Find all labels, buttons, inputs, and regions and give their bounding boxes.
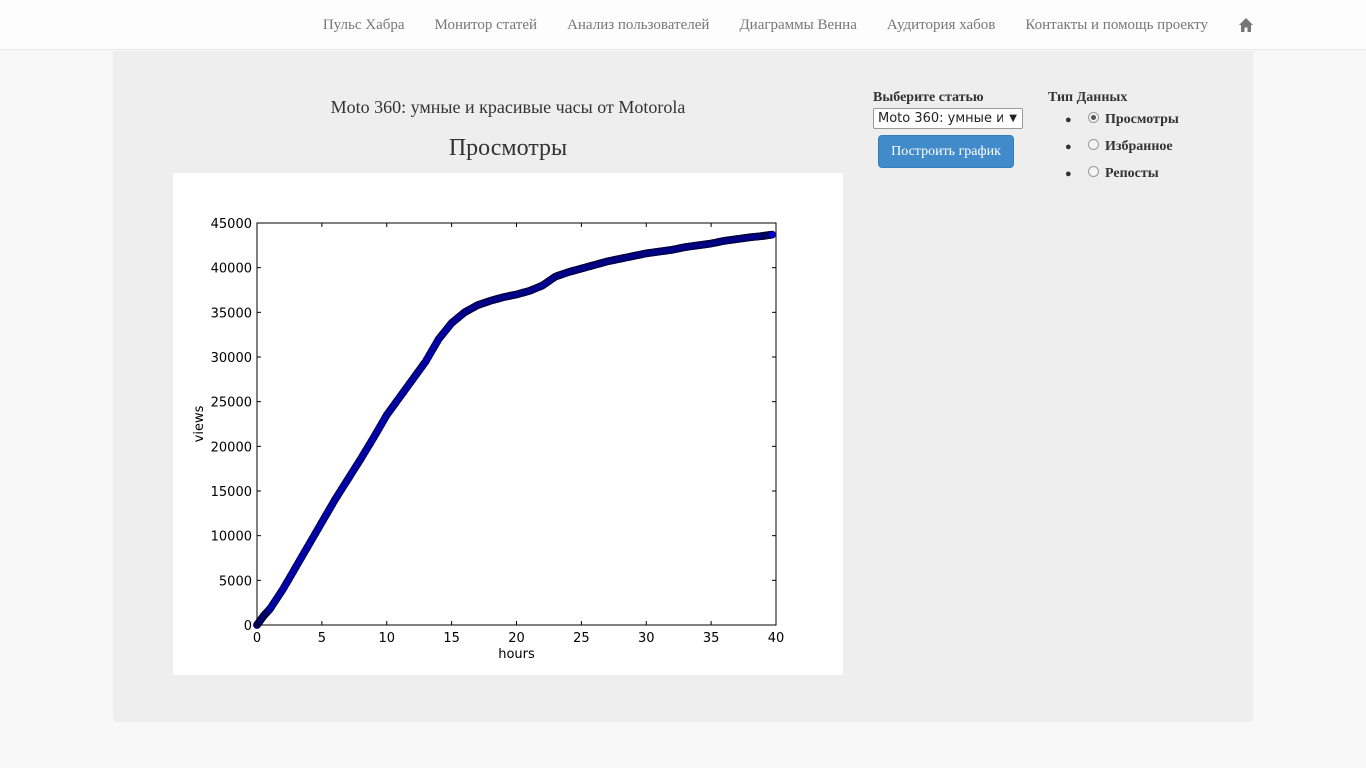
x-tick-label: 30 <box>638 631 655 646</box>
radio-button-favorites[interactable] <box>1088 139 1099 150</box>
x-tick-label: 5 <box>318 631 326 646</box>
radio-button-views[interactable] <box>1088 112 1099 123</box>
x-axis-label: hours <box>498 647 535 662</box>
y-tick-label: 15000 <box>211 485 252 500</box>
axes-frame <box>256 222 777 626</box>
y-tick-label: 10000 <box>211 530 252 545</box>
nav-item-habr-pulse[interactable]: Пульс Хабра <box>323 17 405 34</box>
chart-heading: Просмотры <box>448 135 568 161</box>
data-type-label: Тип Данных <box>1048 90 1128 105</box>
main-panel: Moto 360: умные и красивые часы от Motor… <box>113 51 1253 722</box>
y-tick-label: 45000 <box>211 217 252 232</box>
x-tick-label: 35 <box>703 631 720 646</box>
y-tick-label: 20000 <box>211 440 252 455</box>
top-navbar: Пульс Хабра Монитор статей Анализ пользо… <box>0 0 1366 50</box>
article-select[interactable]: Moto 360: умные и к ▼ <box>873 108 1023 129</box>
home-icon[interactable] <box>1238 17 1254 33</box>
x-tick-label: 15 <box>443 631 460 646</box>
nav-menu: Пульс Хабра Монитор статей Анализ пользо… <box>293 0 1254 50</box>
dropdown-arrow-icon: ▼ <box>1009 113 1017 124</box>
bullet-icon: ● <box>1065 168 1072 180</box>
x-tick-label: 0 <box>253 631 261 646</box>
chart-container: 0 5 10 15 20 25 30 35 40 0 5000 10000 15000 20000 2500… <box>173 173 843 675</box>
x-tick-label: 10 <box>378 631 395 646</box>
nav-item-hub-audience[interactable]: Аудитория хабов <box>887 17 996 34</box>
nav-item-user-analysis[interactable]: Анализ пользователей <box>567 17 709 34</box>
radio-button-reposts[interactable] <box>1088 166 1099 177</box>
radio-label-favorites: Избранное <box>1105 139 1173 154</box>
views-chart: 0 5 10 15 20 25 30 35 40 0 5000 10000 15000 20000 2500… <box>192 217 785 662</box>
y-axis-label: views <box>192 405 207 442</box>
nav-item-article-monitor[interactable]: Монитор статей <box>435 17 538 34</box>
radio-label-reposts: Репосты <box>1105 166 1159 181</box>
bullet-icon: ● <box>1065 114 1072 126</box>
nav-item-venn-diagrams[interactable]: Диаграммы Венна <box>739 17 856 34</box>
y-tick-label: 35000 <box>211 306 252 321</box>
y-tick-label: 40000 <box>211 262 252 277</box>
x-tick-label: 20 <box>508 631 525 646</box>
bullet-icon: ● <box>1065 141 1072 153</box>
article-select-value: Moto 360: умные и к <box>878 111 1003 126</box>
x-tick-label: 25 <box>573 631 590 646</box>
y-tick-label: 30000 <box>211 351 252 366</box>
article-select-label: Выберите статью <box>873 90 984 105</box>
y-tick-label: 25000 <box>211 396 252 411</box>
data-point <box>768 230 777 239</box>
x-tick-label: 40 <box>768 631 785 646</box>
article-title: Moto 360: умные и красивые часы от Motor… <box>330 97 686 117</box>
nav-item-contacts-help[interactable]: Контакты и помощь проекту <box>1025 17 1208 34</box>
radio-label-views: Просмотры <box>1105 112 1179 127</box>
build-chart-button[interactable]: Построить график <box>878 135 1014 168</box>
y-tick-label: 5000 <box>219 574 252 589</box>
y-tick-label: 0 <box>244 619 252 634</box>
